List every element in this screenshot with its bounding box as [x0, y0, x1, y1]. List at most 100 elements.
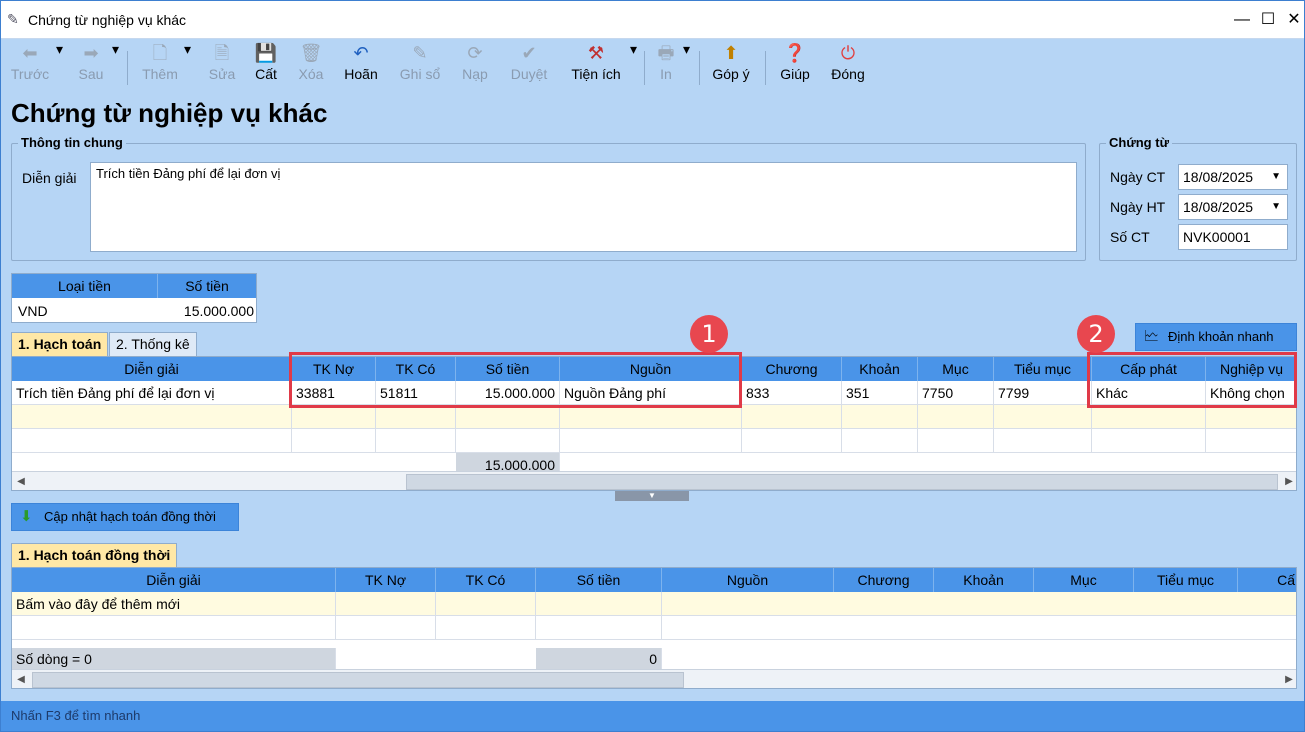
print-button[interactable]: 🖶 In	[651, 41, 681, 91]
column-header[interactable]: Mục	[1034, 568, 1134, 592]
feedback-button[interactable]: ⬆ Góp ý	[707, 41, 755, 91]
app-icon: ✎	[7, 11, 19, 27]
save-button[interactable]: 💾 Cất	[249, 41, 283, 91]
scroll-right-icon[interactable]: ▶	[1280, 472, 1296, 490]
posting-date-picker[interactable]: 18/08/2025 ▼	[1178, 194, 1288, 220]
quick-entry-icon: 🗠	[1144, 328, 1160, 345]
utilities-button[interactable]: ⚒ Tiện ích	[567, 41, 625, 91]
empty-cell	[842, 429, 918, 453]
amount-header: Số tiền	[158, 274, 256, 298]
currency-amount-value[interactable]: 15.000.000	[158, 300, 254, 322]
column-header[interactable]: Nguồn	[662, 568, 834, 592]
empty-cell	[292, 405, 376, 429]
empty-cell	[436, 616, 536, 640]
empty-cell	[560, 405, 742, 429]
add-new-row[interactable]: Bấm vào đây để thêm mới	[12, 592, 1296, 616]
reload-button[interactable]: ⟳ Nạp	[457, 41, 493, 91]
chevron-down-icon[interactable]: ▼	[1271, 195, 1281, 219]
print-dropdown-icon[interactable]: ▾	[683, 41, 690, 91]
column-header[interactable]: Tiểu mục	[1134, 568, 1238, 592]
voucher-date-value: 18/08/2025	[1183, 169, 1254, 185]
column-header[interactable]: Chương	[742, 357, 842, 381]
column-header[interactable]: Diễn giải	[12, 357, 292, 381]
cell-description[interactable]: Trích tiền Đảng phí để lại đơn vị	[12, 381, 292, 405]
general-info-group: Thông tin chung Diễn giải Trích tiền Đản…	[11, 135, 1086, 261]
add-new-placeholder[interactable]: Bấm vào đây để thêm mới	[12, 592, 336, 616]
toolbar-separator	[699, 51, 700, 85]
close-icon[interactable]: ✕	[1281, 7, 1305, 33]
splitter-handle[interactable]: ▼	[615, 491, 689, 501]
column-header[interactable]: Chương	[834, 568, 934, 592]
chevron-down-icon[interactable]: ▼	[1271, 165, 1281, 189]
column-header[interactable]: Số tiền	[536, 568, 662, 592]
post-button[interactable]: ✎ Ghi sổ	[395, 41, 445, 91]
column-header[interactable]: Khoản	[842, 357, 918, 381]
cell-chapter[interactable]: 833	[742, 381, 842, 405]
scroll-thumb[interactable]	[32, 672, 684, 688]
empty-cell	[1092, 405, 1206, 429]
minimize-icon[interactable]: —	[1229, 7, 1255, 33]
update-concurrent-button[interactable]: ⬇ Cập nhật hạch toán đồng thời	[11, 503, 239, 531]
empty-cell	[376, 405, 456, 429]
close-button[interactable]: ⏻ Đóng	[827, 41, 869, 91]
voucher-number-input[interactable]: NVK00001	[1178, 224, 1288, 250]
maximize-icon[interactable]: ☐	[1255, 7, 1281, 33]
empty-cell	[918, 405, 994, 429]
table-row[interactable]	[12, 429, 1296, 453]
pencil-icon: ✎	[412, 43, 428, 63]
description-input[interactable]: Trích tiền Đảng phí để lại đơn vị	[90, 162, 1077, 252]
cell-subsection[interactable]: 7799	[994, 381, 1092, 405]
help-icon: ❓	[783, 43, 807, 63]
column-header[interactable]: Cấ	[1238, 568, 1296, 592]
footer-total: 0	[536, 648, 662, 670]
scroll-left-icon[interactable]: ◀	[12, 670, 30, 688]
delete-button[interactable]: 🗑 Xóa	[293, 41, 329, 91]
empty-cell	[536, 592, 662, 616]
power-icon: ⏻	[840, 43, 856, 63]
add-button[interactable]: 🗋 Thêm	[137, 41, 183, 91]
scroll-right-icon[interactable]: ▶	[1280, 670, 1296, 688]
table-row[interactable]	[12, 616, 1296, 640]
column-header[interactable]: TK Có	[436, 568, 536, 592]
approve-button[interactable]: ✔ Duyệt	[505, 41, 553, 91]
tab-hach-toan[interactable]: 1. Hạch toán	[11, 332, 109, 356]
empty-cell	[560, 429, 742, 453]
scroll-left-icon[interactable]: ◀	[12, 472, 30, 490]
add-dropdown-icon[interactable]: ▾	[184, 41, 191, 91]
prev-dropdown-icon[interactable]: ▾	[56, 41, 63, 91]
horizontal-scrollbar[interactable]: ◀ ▶	[12, 669, 1296, 688]
prev-button[interactable]: ⬅ Trước	[7, 41, 53, 91]
column-header[interactable]: Tiểu mục	[994, 357, 1092, 381]
empty-cell	[12, 405, 292, 429]
cell-section[interactable]: 7750	[918, 381, 994, 405]
column-header[interactable]: Khoản	[934, 568, 1034, 592]
voucher-date-picker[interactable]: 18/08/2025 ▼	[1178, 164, 1288, 190]
feedback-icon: ⬆	[723, 43, 739, 63]
horizontal-scrollbar[interactable]: ◀ ▶	[12, 471, 1296, 490]
tools-icon: ⚒	[587, 43, 605, 63]
tab-hach-toan-dong-thoi[interactable]: 1. Hạch toán đồng thời	[11, 543, 178, 567]
toolbar: ⬅ Trước ▾ ➡ Sau ▾ 🗋 Thêm ▾ 🗎 Sửa 💾 Cất 🗑…	[1, 39, 1304, 95]
column-header[interactable]: Diễn giải	[12, 568, 336, 592]
column-header[interactable]: TK Nợ	[336, 568, 436, 592]
quick-entry-button[interactable]: 🗠 Định khoản nhanh	[1135, 323, 1297, 351]
empty-cell	[436, 592, 536, 616]
table-row[interactable]	[12, 405, 1296, 429]
next-dropdown-icon[interactable]: ▾	[112, 41, 119, 91]
empty-cell	[918, 429, 994, 453]
edit-button[interactable]: 🗎 Sửa	[203, 41, 241, 91]
help-button[interactable]: ❓ Giúp	[775, 41, 815, 91]
cell-item[interactable]: 351	[842, 381, 918, 405]
empty-cell	[336, 592, 436, 616]
utilities-dropdown-icon[interactable]: ▾	[630, 41, 637, 91]
cancel-button[interactable]: ↶ Hoãn	[339, 41, 383, 91]
next-button[interactable]: ➡ Sau	[71, 41, 111, 91]
scroll-thumb[interactable]	[406, 474, 1278, 490]
empty-cell	[742, 405, 842, 429]
currency-type-value[interactable]: VND	[18, 300, 48, 322]
empty-cell	[742, 429, 842, 453]
tab-thong-ke[interactable]: 2. Thống kê	[109, 332, 197, 356]
description-label: Diễn giải	[22, 170, 77, 186]
column-header[interactable]: Mục	[918, 357, 994, 381]
empty-cell	[842, 405, 918, 429]
